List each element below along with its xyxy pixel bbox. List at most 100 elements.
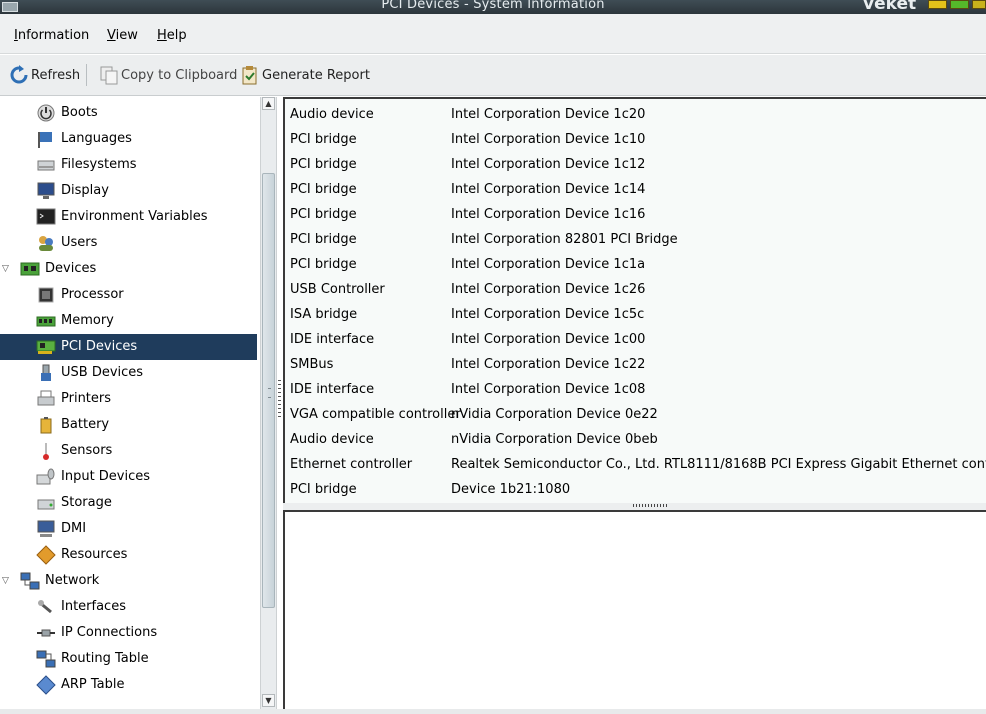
generate-report-button[interactable]: Generate Report [240,63,370,87]
table-row[interactable]: PCI bridge Intel Corporation Device 1c10 [285,128,986,153]
pane-splitter-handle[interactable] [278,380,281,420]
table-row[interactable]: PCI bridge Intel Corporation Device 1c12 [285,153,986,178]
sidebar-item-sensors[interactable]: Sensors [0,438,257,464]
device-type-cell: PCI bridge [290,182,357,197]
resources-icon [35,544,57,566]
table-row[interactable]: PCI bridge Intel Corporation Device 1c16 [285,203,986,228]
maximize-button[interactable] [950,0,969,9]
sidebar-item-pci-devices[interactable]: PCI Devices [0,334,257,360]
sidebar-item-label: Resources [61,547,128,562]
sidebar-item-label: Filesystems [61,157,137,172]
sidebar-item-ip-connections[interactable]: IP Connections [0,620,257,646]
device-type-cell: PCI bridge [290,157,357,172]
keyboard-mouse-icon [35,466,57,488]
menu-view[interactable]: View [107,28,138,43]
sidebar-item-resources[interactable]: Resources [0,542,257,568]
flag-icon [35,128,57,150]
sidebar-item-printers[interactable]: Printers [0,386,257,412]
table-row[interactable]: IDE interface Intel Corporation Device 1c… [285,328,986,353]
sidebar-item-display[interactable]: Display [0,178,257,204]
sidebar-scrollbar[interactable]: ▲ ▼ [260,97,277,709]
refresh-button[interactable]: Refresh [9,63,80,87]
menu-view-rest: iew [115,28,138,43]
device-name-cell: Intel Corporation Device 1c1a [451,257,646,272]
device-name-cell: Intel Corporation Device 1c14 [451,182,646,197]
table-row[interactable]: IDE interface Intel Corporation Device 1c… [285,378,986,403]
scroll-down-button[interactable]: ▼ [262,694,275,707]
table-row[interactable]: VGA compatible controller nVidia Corporat… [285,403,986,428]
menu-information[interactable]: Information [14,28,89,43]
sidebar-item-memory[interactable]: Memory [0,308,257,334]
sidebar-item-users[interactable]: Users [0,230,257,256]
sidebar-item-processor[interactable]: Processor [0,282,257,308]
users-icon [35,232,57,254]
detail-splitter[interactable] [283,503,986,510]
sidebar-item-interfaces[interactable]: Interfaces [0,594,257,620]
device-type-cell: PCI bridge [290,207,357,222]
sidebar-item-label: Storage [61,495,112,510]
menu-bar: Information View Help [0,14,986,54]
table-row[interactable]: PCI bridge Intel Corporation 82801 PCI Br… [285,228,986,253]
sidebar-item-label: Environment Variables [61,209,208,224]
scrollbar-grip [268,388,271,398]
expander-icon[interactable]: ▽ [2,576,12,586]
sidebar-item-network[interactable]: ▽ Network [0,568,257,594]
sidebar-item-usb-devices[interactable]: USB Devices [0,360,257,386]
table-row[interactable]: PCI bridge Device 1b21:1080 [285,478,986,503]
sidebar-item-devices[interactable]: ▽ Devices [0,256,257,282]
sidebar-item-boots[interactable]: Boots [0,100,257,126]
usb-icon [35,362,57,384]
computer-icon [35,518,57,540]
menu-help[interactable]: Help [157,28,187,43]
device-type-cell: IDE interface [290,382,375,397]
report-label: Generate Report [262,67,370,83]
table-row[interactable]: PCI bridge Intel Corporation Device 1c1a [285,253,986,278]
table-row[interactable]: USB Controller Intel Corporation Device 1… [285,278,986,303]
thermometer-icon [35,440,57,462]
sidebar-item-arp-table[interactable]: ARP Table [0,672,257,698]
minimize-button[interactable] [928,0,947,9]
table-row[interactable]: PCI bridge Intel Corporation Device 1c14 [285,178,986,203]
sidebar-item-input-devices[interactable]: Input Devices [0,464,257,490]
cpu-icon [35,284,57,306]
device-type-cell: Audio device [290,107,374,122]
table-row[interactable]: SMBus Intel Corporation Device 1c22 [285,353,986,378]
sidebar-item-routing-table[interactable]: Routing Table [0,646,257,672]
sidebar-item-environment-variables[interactable]: Environment Variables [0,204,257,230]
device-type-cell: PCI bridge [290,232,357,247]
expander-icon[interactable]: ▽ [2,264,12,274]
scrollbar-thumb[interactable] [262,173,275,608]
sidebar-item-languages[interactable]: Languages [0,126,257,152]
drive-icon [35,154,57,176]
sidebar-item-label: ARP Table [61,677,125,692]
sidebar-item-label: PCI Devices [61,339,138,354]
table-row[interactable]: Audio device Intel Corporation Device 1c2… [285,103,986,128]
copy-to-clipboard-button[interactable]: Copy to Clipboard [99,63,237,87]
sidebar-item-dmi[interactable]: DMI [0,516,257,542]
sidebar-item-label: Users [61,235,98,250]
network-icon [19,570,41,592]
brand-logo: veket [863,0,917,14]
terminal-icon [35,206,57,228]
device-name-cell: Realtek Semiconductor Co., Ltd. RTL8111/… [451,457,986,472]
sidebar-item-label: Sensors [61,443,113,458]
scroll-up-button[interactable]: ▲ [262,97,275,110]
interfaces-icon [35,596,57,618]
routing-icon [35,648,57,670]
device-name-cell: Intel Corporation 82801 PCI Bridge [451,232,678,247]
board-icon [19,258,41,280]
title-bar: PCI Devices - System Information veket [0,0,986,14]
table-row[interactable]: Audio device nVidia Corporation Device 0b… [285,428,986,453]
sidebar-item-storage[interactable]: Storage [0,490,257,516]
sidebar-item-filesystems[interactable]: Filesystems [0,152,257,178]
close-button[interactable] [972,0,986,9]
monitor-icon [35,180,57,202]
table-row[interactable]: ISA bridge Intel Corporation Device 1c5c [285,303,986,328]
device-name-cell: nVidia Corporation Device 0e22 [451,407,658,422]
sidebar-item-battery[interactable]: Battery [0,412,257,438]
device-type-cell: PCI bridge [290,482,357,497]
device-name-cell: Intel Corporation Device 1c08 [451,382,646,397]
storage-icon [35,492,57,514]
table-row[interactable]: Ethernet controller Realtek Semiconductor… [285,453,986,478]
device-name-cell: Intel Corporation Device 1c16 [451,207,646,222]
